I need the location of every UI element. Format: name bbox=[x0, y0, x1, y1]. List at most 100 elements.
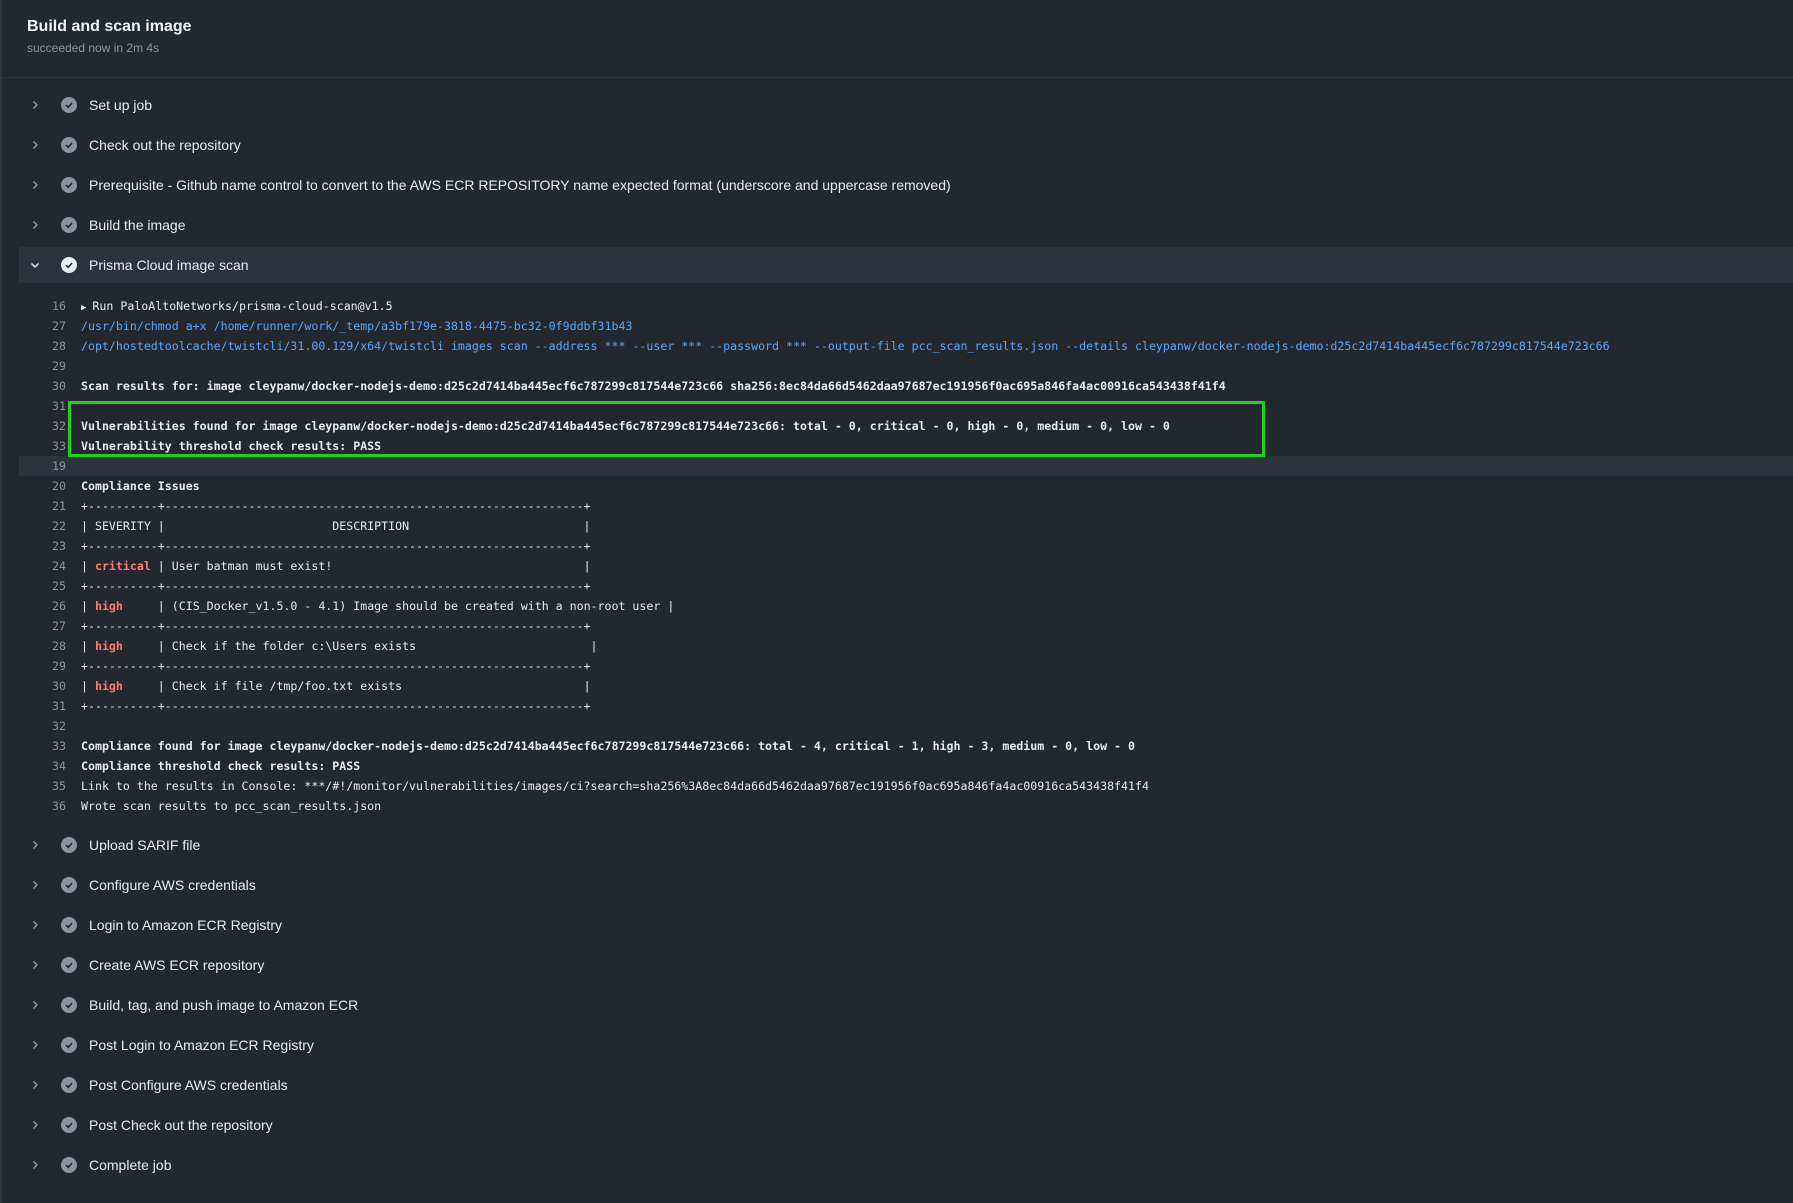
step-item[interactable]: Login to Amazon ECR Registry bbox=[19, 907, 1793, 943]
step-item[interactable]: Post Configure AWS credentials bbox=[19, 1067, 1793, 1103]
success-check-icon bbox=[61, 1117, 77, 1133]
chevron-right-icon[interactable] bbox=[25, 955, 45, 975]
log-run-group[interactable]: ▶ Run PaloAltoNetworks/prisma-cloud-scan@… bbox=[81, 296, 393, 316]
log-text: | high | (CIS_Docker_v1.5.0 - 4.1) Image… bbox=[81, 599, 675, 613]
line-number[interactable]: 27 bbox=[19, 616, 81, 636]
step-label: Set up job bbox=[89, 97, 153, 113]
step-item[interactable]: Create AWS ECR repository bbox=[19, 947, 1793, 983]
step-label: Build, tag, and push image to Amazon ECR bbox=[89, 997, 359, 1013]
log-text: Compliance found for image cleypanw/dock… bbox=[81, 739, 1135, 753]
chevron-right-icon[interactable] bbox=[25, 875, 45, 895]
line-number[interactable]: 23 bbox=[19, 536, 81, 556]
log-line: 29 +----------+--------------------------… bbox=[19, 656, 1793, 676]
line-number[interactable]: 27 bbox=[19, 316, 81, 336]
step-label: Configure AWS credentials bbox=[89, 877, 256, 893]
success-check-icon bbox=[61, 137, 77, 153]
log-line: 33 Compliance found for image cleypanw/do… bbox=[19, 736, 1793, 756]
step-label: Check out the repository bbox=[89, 137, 241, 153]
log-line: 24 | critical | User batman must exist! | bbox=[19, 556, 1793, 576]
step-item[interactable]: Check out the repository bbox=[19, 127, 1793, 163]
log-line: 26 | high | (CIS_Docker_v1.5.0 - 4.1) Ima… bbox=[19, 596, 1793, 616]
line-number[interactable]: 25 bbox=[19, 576, 81, 596]
step-label: Build the image bbox=[89, 217, 186, 233]
success-check-icon bbox=[61, 217, 77, 233]
log-line: 27 +----------+--------------------------… bbox=[19, 616, 1793, 636]
expand-triangle-icon[interactable]: ▶ bbox=[81, 303, 86, 313]
log-text: | high | Check if the folder c:\Users ex… bbox=[81, 639, 598, 653]
step-item[interactable]: Set up job bbox=[19, 87, 1793, 123]
line-number[interactable]: 28 bbox=[19, 336, 81, 356]
log-line: 28/opt/hostedtoolcache/twistcli/31.00.12… bbox=[19, 336, 1793, 356]
log-line: 33 Vulnerability threshold check results:… bbox=[19, 436, 1793, 456]
chevron-right-icon[interactable] bbox=[25, 835, 45, 855]
step-item[interactable]: Configure AWS credentials bbox=[19, 867, 1793, 903]
chevron-right-icon[interactable] bbox=[25, 215, 45, 235]
chevron-right-icon[interactable] bbox=[25, 1075, 45, 1095]
chevron-right-icon[interactable] bbox=[25, 1035, 45, 1055]
line-number[interactable]: 36 bbox=[19, 796, 81, 816]
log-line: 31 +----------+--------------------------… bbox=[19, 696, 1793, 716]
log-text: Wrote scan results to pcc_scan_results.j… bbox=[81, 799, 382, 813]
line-number[interactable]: 31 bbox=[19, 696, 81, 716]
log-line: 19 bbox=[19, 456, 1793, 476]
log-text: Vulnerabilities found for image cleypanw… bbox=[81, 419, 1170, 433]
log-line: 30 Scan results for: image cleypanw/docke… bbox=[19, 376, 1793, 396]
severity-label: high bbox=[94, 639, 123, 653]
step-item[interactable]: Post Login to Amazon ECR Registry bbox=[19, 1027, 1793, 1063]
step-label: Post Login to Amazon ECR Registry bbox=[89, 1037, 314, 1053]
chevron-right-icon[interactable] bbox=[25, 915, 45, 935]
log-line: 22 | SEVERITY | DESCRIPTION | bbox=[19, 516, 1793, 536]
severity-label: critical bbox=[94, 559, 151, 573]
line-number[interactable]: 32 bbox=[19, 416, 81, 436]
log-text: Compliance threshold check results: PASS bbox=[81, 759, 361, 773]
chevron-right-icon[interactable] bbox=[25, 995, 45, 1015]
step-label: Prisma Cloud image scan bbox=[89, 257, 249, 273]
log-text: Scan results for: image cleypanw/docker-… bbox=[81, 379, 1226, 393]
line-number[interactable]: 33 bbox=[19, 436, 81, 456]
step-item[interactable]: Build the image bbox=[19, 207, 1793, 243]
severity-label: high bbox=[94, 599, 123, 613]
log-text: Link to the results in Console: ***/#!/m… bbox=[81, 779, 1149, 793]
step-label: Prerequisite - Github name control to co… bbox=[89, 177, 951, 193]
line-number[interactable]: 29 bbox=[19, 656, 81, 676]
chevron-right-icon[interactable] bbox=[25, 175, 45, 195]
success-check-icon bbox=[61, 1077, 77, 1093]
line-number[interactable]: 30 bbox=[19, 376, 81, 396]
log-line: 34 Compliance threshold check results: PA… bbox=[19, 756, 1793, 776]
chevron-right-icon[interactable] bbox=[25, 135, 45, 155]
step-item[interactable]: Build, tag, and push image to Amazon ECR bbox=[19, 987, 1793, 1023]
line-number[interactable]: 31 bbox=[19, 396, 81, 416]
log-line[interactable]: 16 ▶ Run PaloAltoNetworks/prisma-cloud-sc… bbox=[19, 296, 1793, 316]
success-check-icon bbox=[61, 997, 77, 1013]
log-line: 28 | high | Check if the folder c:\Users … bbox=[19, 636, 1793, 656]
line-number[interactable]: 35 bbox=[19, 776, 81, 796]
step-item[interactable]: Prerequisite - Github name control to co… bbox=[19, 167, 1793, 203]
chevron-down-icon[interactable] bbox=[25, 255, 45, 275]
step-item[interactable]: Upload SARIF file bbox=[19, 827, 1793, 863]
line-number[interactable]: 33 bbox=[19, 736, 81, 756]
line-number[interactable]: 16 bbox=[19, 296, 81, 316]
line-number[interactable]: 19 bbox=[19, 456, 81, 476]
log-text: | SEVERITY | DESCRIPTION | bbox=[81, 519, 591, 533]
line-number[interactable]: 22 bbox=[19, 516, 81, 536]
success-check-icon bbox=[61, 1157, 77, 1173]
line-number[interactable]: 29 bbox=[19, 356, 81, 376]
line-number[interactable]: 21 bbox=[19, 496, 81, 516]
line-number[interactable]: 30 bbox=[19, 676, 81, 696]
chevron-right-icon[interactable] bbox=[25, 1155, 45, 1175]
step-item[interactable]: Complete job bbox=[19, 1147, 1793, 1183]
line-number[interactable]: 32 bbox=[19, 716, 81, 736]
line-number[interactable]: 28 bbox=[19, 636, 81, 656]
chevron-right-icon[interactable] bbox=[25, 1115, 45, 1135]
success-check-icon bbox=[61, 1037, 77, 1053]
chevron-right-icon[interactable] bbox=[25, 95, 45, 115]
line-number[interactable]: 24 bbox=[19, 556, 81, 576]
log-line: 31 bbox=[19, 396, 1793, 416]
line-number[interactable]: 26 bbox=[19, 596, 81, 616]
step-prisma-cloud-image-scan[interactable]: Prisma Cloud image scan bbox=[19, 247, 1793, 283]
step-item[interactable]: Post Check out the repository bbox=[19, 1107, 1793, 1143]
success-check-icon bbox=[61, 257, 77, 273]
log-text: +----------+----------------------------… bbox=[81, 659, 591, 673]
line-number[interactable]: 34 bbox=[19, 756, 81, 776]
line-number[interactable]: 20 bbox=[19, 476, 81, 496]
